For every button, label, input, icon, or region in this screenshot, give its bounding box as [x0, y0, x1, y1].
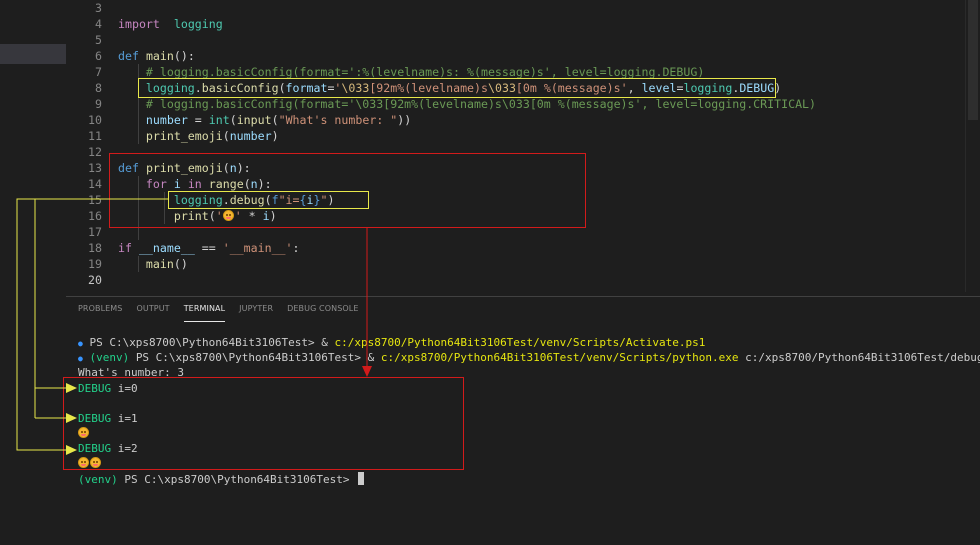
- yellow-arrowhead-0: [66, 383, 77, 393]
- yellow-arrowhead-1: [66, 413, 77, 423]
- red-arrowhead: [362, 366, 372, 377]
- yellow-arrow-lines: [16, 198, 168, 451]
- annotation-arrows: [16, 198, 372, 455]
- yellow-arrowheads: [66, 383, 77, 455]
- yellow-connector-outer: [16, 198, 168, 451]
- yellow-arrowhead-2: [66, 445, 77, 455]
